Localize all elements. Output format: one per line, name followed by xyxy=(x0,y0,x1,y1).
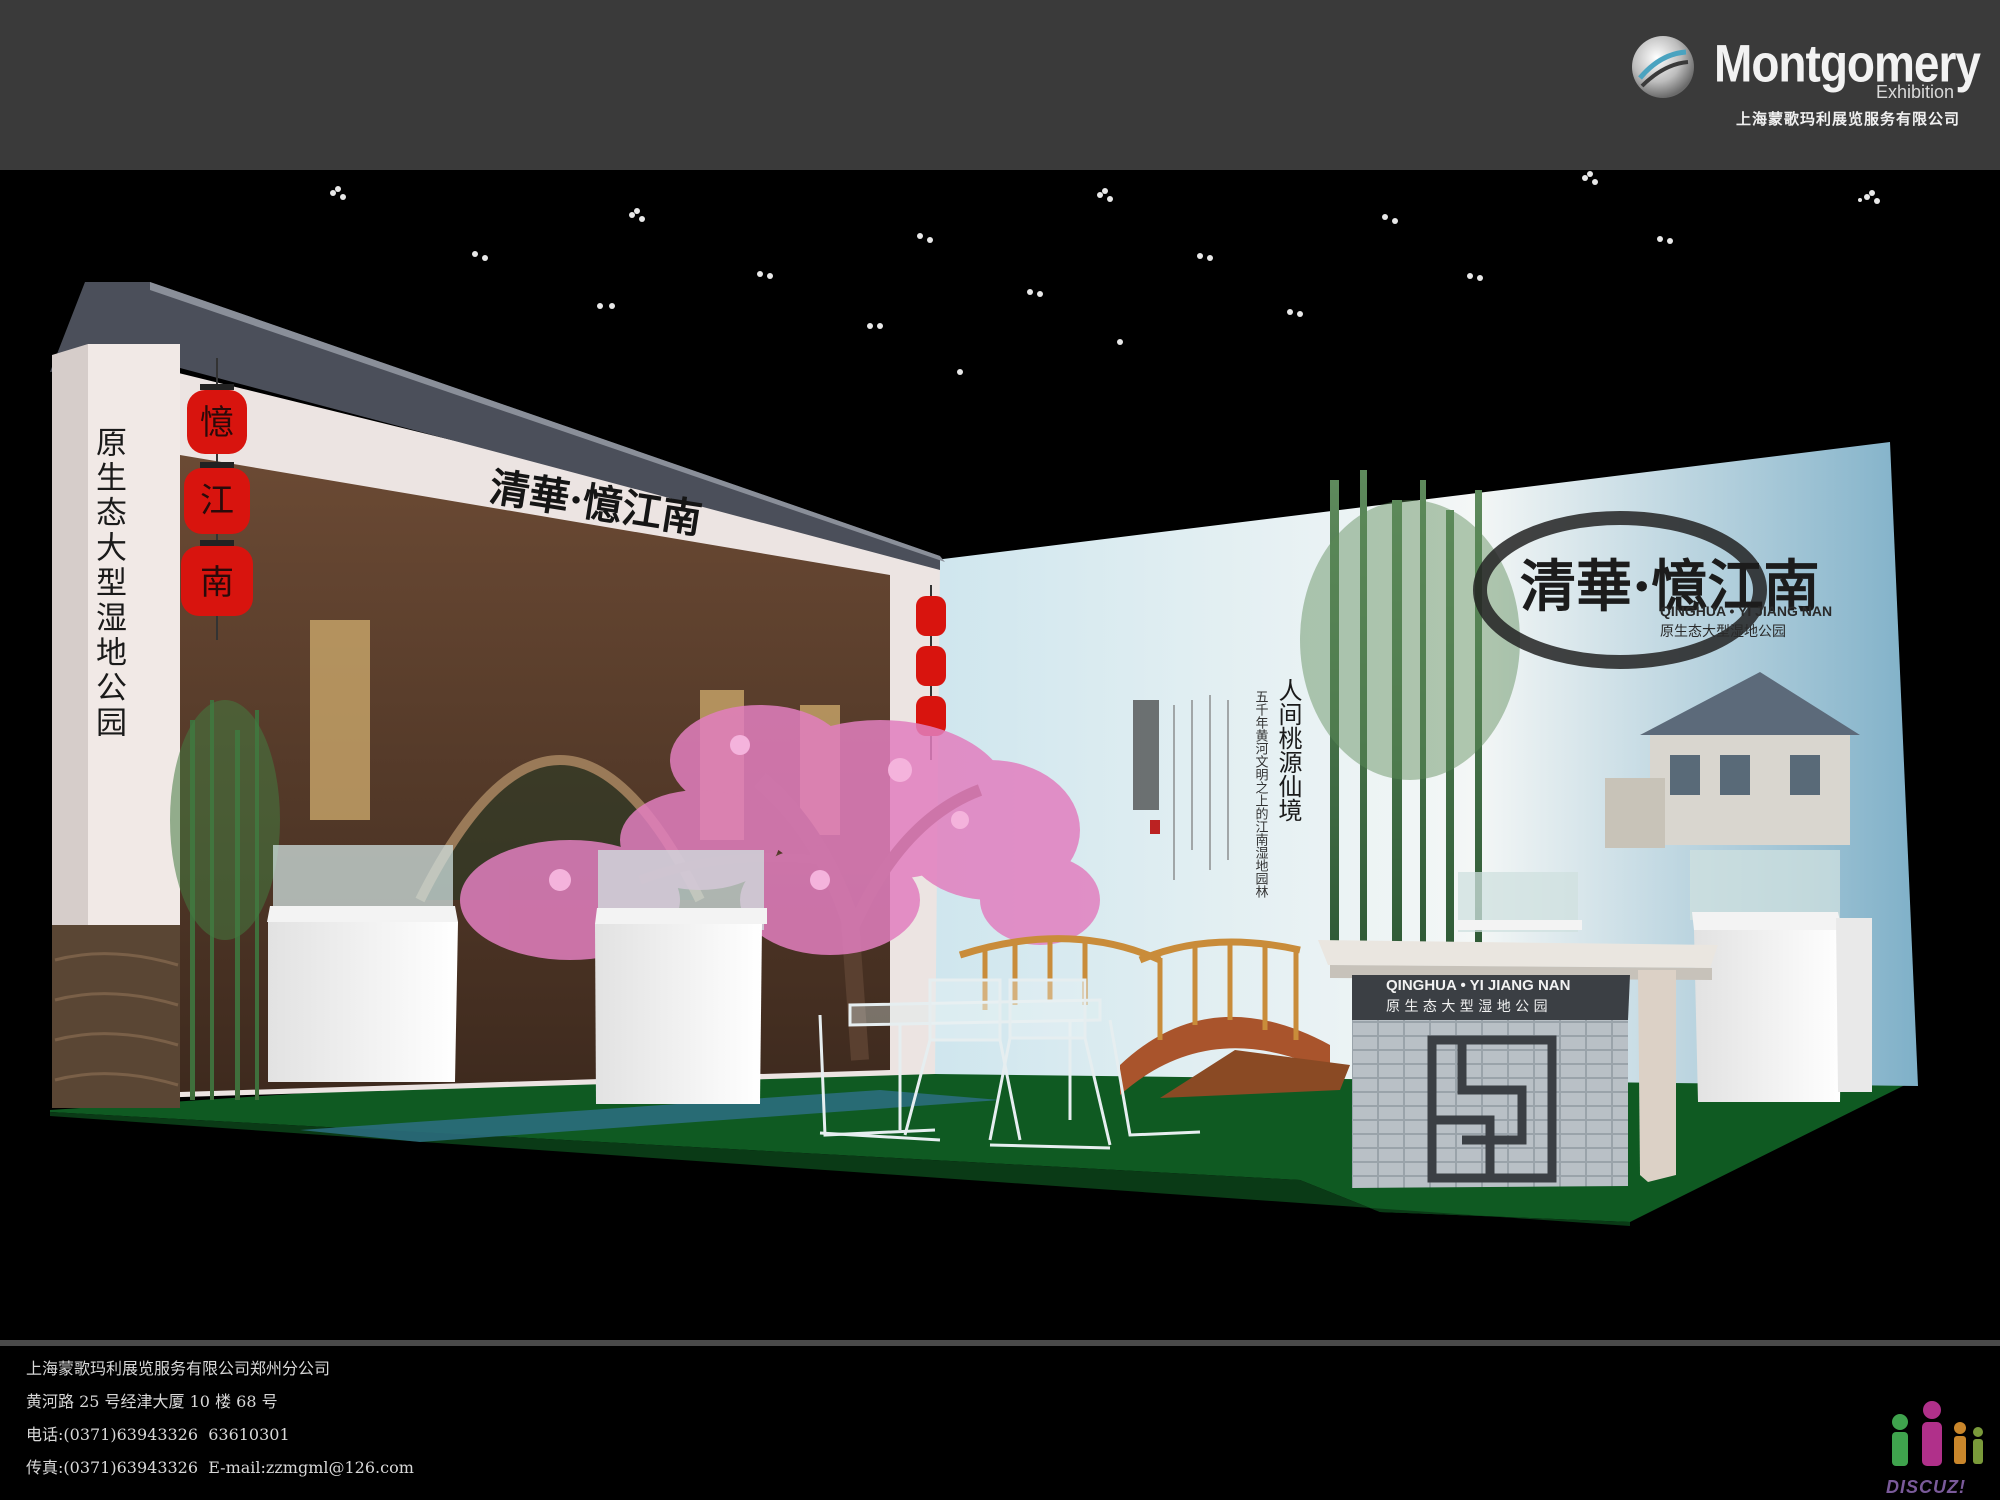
lantern-char: 南 xyxy=(200,563,234,603)
display-plinth xyxy=(1690,850,1842,1102)
footer-phone: 电话:(0371)63943326 63610301 xyxy=(26,1425,290,1444)
reception-counter: QINGHUA • YI JIANG NAN 原 生 态 大 型 湿 地 公 园 xyxy=(1318,940,1718,1188)
discuz-watermark: DISCUZ! xyxy=(1880,1398,1990,1498)
people-figures-icon xyxy=(1892,1401,1983,1466)
footer-company: 上海蒙歌玛利展览服务有限公司郑州分公司 xyxy=(26,1359,331,1378)
display-plinth xyxy=(595,850,767,1104)
lantern: 江 xyxy=(184,462,250,534)
logo-globe-icon xyxy=(1632,36,1694,98)
poem-line: 五千年黄河文明之上的江南湿地园林 xyxy=(1253,690,1269,898)
display-plinth xyxy=(267,845,458,1082)
logo-company-name: 上海蒙歌玛利展览服务有限公司 xyxy=(1735,111,1960,128)
logo-subtitle: Exhibition xyxy=(1875,82,1954,102)
counter-title-en: QINGHUA • YI JIANG NAN xyxy=(1386,977,1570,994)
booth-render-image: 清華·憶江南 QINGHUA • YI JIANG NAN 原生态大型湿地公园 … xyxy=(50,171,1918,1226)
header-band: Montgomery Exhibition 上海蒙歌玛利展览服务有限公司 xyxy=(0,0,2000,170)
lantern-char: 江 xyxy=(200,481,234,521)
footer-divider xyxy=(0,1340,2000,1346)
poem-heading: 人间桃源仙境 xyxy=(1274,678,1302,822)
pillar-text: 原生态大型湿地公园 xyxy=(90,426,126,741)
ceiling-lights xyxy=(330,171,1880,375)
lantern: 南 xyxy=(181,540,253,616)
counter-title-cn: 原 生 态 大 型 湿 地 公 园 xyxy=(1386,999,1548,1015)
wall-subtitle-cn: 原生态大型湿地公园 xyxy=(1660,624,1786,640)
display-plinth xyxy=(1836,918,1872,1092)
lantern: 憶 xyxy=(187,384,247,454)
lantern-string-left: 憶 江 南 xyxy=(181,358,253,640)
wall-subtitle-en: QINGHUA • YI JIANG NAN xyxy=(1660,603,1832,619)
discuz-label: DISCUZ! xyxy=(1886,1477,1966,1497)
company-contact-block: 上海蒙歌玛利展览服务有限公司郑州分公司 黄河路 25 号经津大厦 10 楼 68… xyxy=(26,1352,926,1484)
footer-fax-email: 传真:(0371)63943326 E-mail:zzmgml@126.com xyxy=(26,1458,414,1477)
booth-render: 清華·憶江南 QINGHUA • YI JIANG NAN 原生态大型湿地公园 … xyxy=(0,170,2000,1340)
montgomery-logo: Montgomery Exhibition 上海蒙歌玛利展览服务有限公司 xyxy=(1630,28,1981,138)
footer-address: 黄河路 25 号经津大厦 10 楼 68 号 xyxy=(26,1392,278,1411)
lantern-char: 憶 xyxy=(200,403,234,443)
display-plinth xyxy=(1454,872,1582,932)
